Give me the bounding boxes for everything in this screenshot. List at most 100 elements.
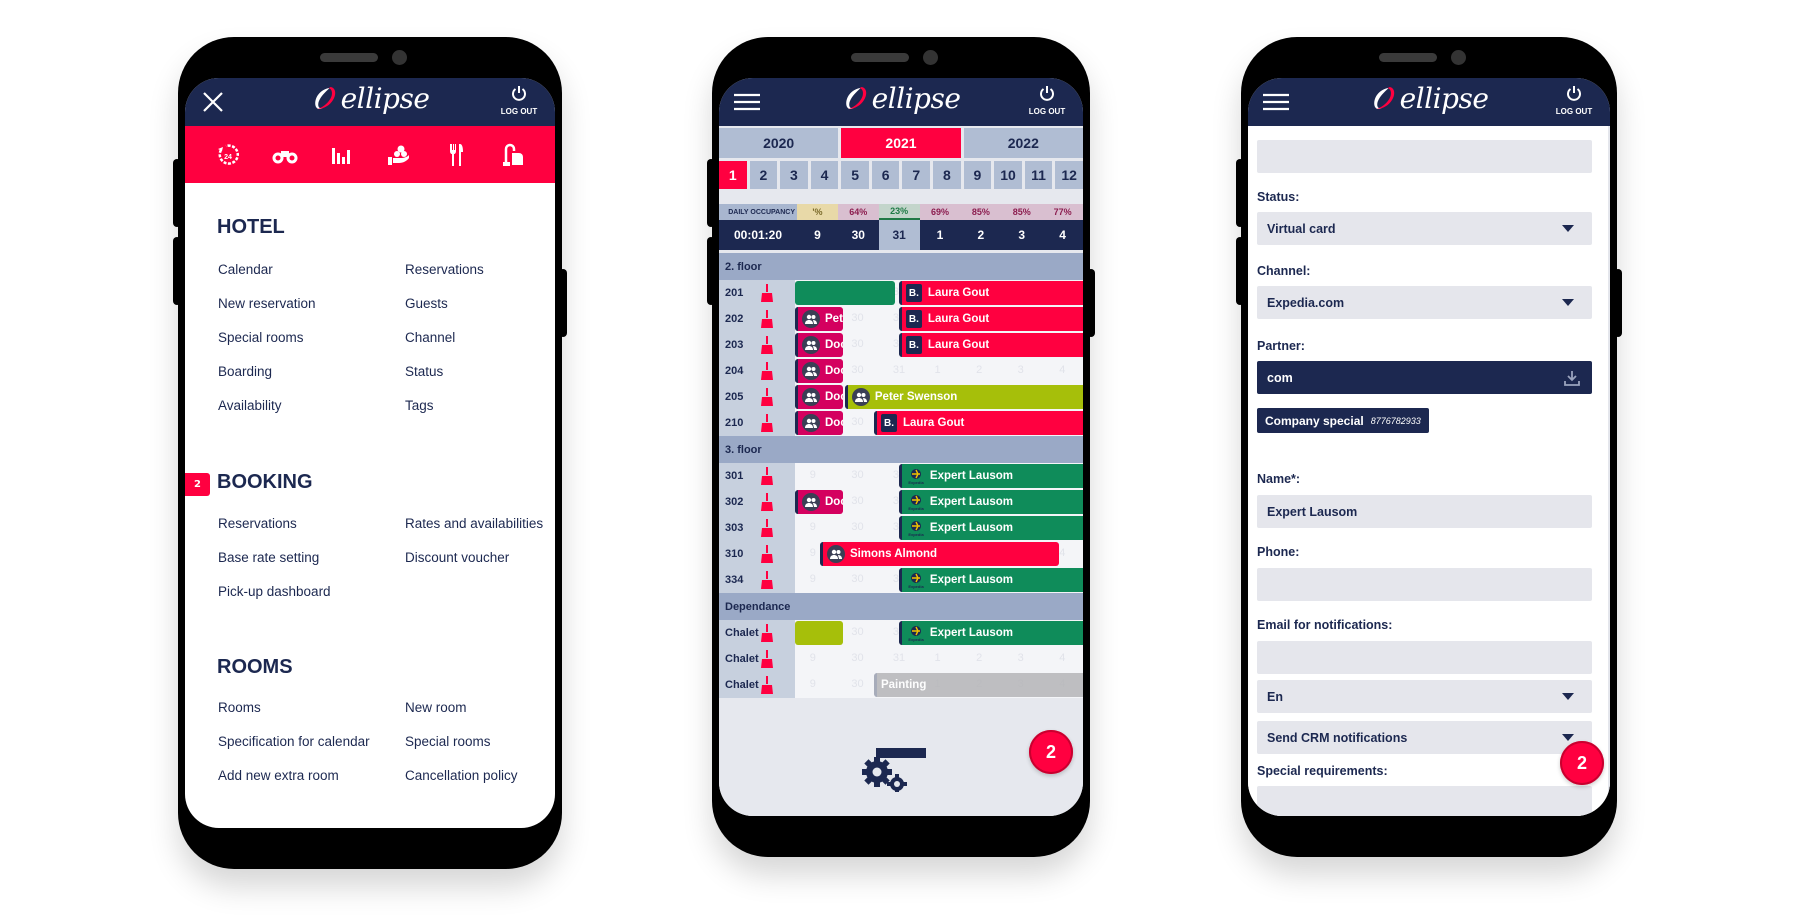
quick-housekeeping-button[interactable] <box>498 140 528 170</box>
logout-button[interactable]: LOG OUT <box>1552 84 1596 116</box>
date-column-2[interactable]: 2 <box>960 220 1001 250</box>
month-tab-6[interactable]: 6 <box>871 161 900 189</box>
broom-icon[interactable] <box>760 388 774 406</box>
quick-payments-button[interactable] <box>384 140 414 170</box>
year-tab-2020[interactable]: 2020 <box>719 128 839 158</box>
year-tab-2022[interactable]: 2022 <box>963 128 1083 158</box>
booking-bar[interactable]: Dooply <box>795 359 843 383</box>
download-icon[interactable] <box>1564 370 1580 386</box>
menu-item-guests[interactable]: Guests <box>405 296 448 311</box>
booking-bar[interactable]: Expedia Expert Lausom <box>898 490 1083 514</box>
menu-item-pickup-dashboard[interactable]: Pick-up dashboard <box>218 584 331 599</box>
menu-item-cancellation-policy[interactable]: Cancellation policy <box>405 768 518 783</box>
menu-item-special-rooms[interactable]: Special rooms <box>218 330 304 345</box>
menu-item-boarding[interactable]: Boarding <box>218 364 272 379</box>
menu-item-new-room[interactable]: New room <box>405 700 467 715</box>
menu-item-calendar[interactable]: Calendar <box>218 262 273 277</box>
partner-search-input[interactable]: com <box>1257 361 1592 394</box>
menu-item-channel[interactable]: Channel <box>405 330 455 345</box>
quick-clock-24-button[interactable]: 24 <box>213 140 243 170</box>
month-tab-2[interactable]: 2 <box>749 161 778 189</box>
hamburger-menu-button[interactable] <box>733 88 761 116</box>
month-tab-4[interactable]: 4 <box>810 161 839 189</box>
logout-button[interactable]: LOG OUT <box>497 84 541 116</box>
year-tab-2021[interactable]: 2021 <box>841 128 961 158</box>
menu-item-booking-reservations[interactable]: Reservations <box>218 516 297 531</box>
top-field[interactable] <box>1257 140 1592 173</box>
broom-icon[interactable] <box>760 414 774 432</box>
month-tab-3[interactable]: 3 <box>780 161 808 189</box>
booking-bar[interactable]: B. Laura Gout <box>898 333 1083 357</box>
close-button[interactable] <box>199 88 227 116</box>
date-column-9[interactable]: 9 <box>797 220 838 250</box>
menu-item-tags[interactable]: Tags <box>405 398 434 413</box>
booking-bar[interactable] <box>795 621 843 645</box>
name-input[interactable]: Expert Lausom <box>1257 495 1592 528</box>
broom-icon[interactable] <box>760 571 774 589</box>
broom-icon[interactable] <box>760 284 774 302</box>
broom-icon[interactable] <box>760 676 774 694</box>
month-tab-12[interactable]: 12 <box>1055 161 1083 189</box>
logout-button[interactable]: LOG OUT <box>1025 84 1069 116</box>
booking-bar[interactable]: Dooply <box>795 490 843 514</box>
date-column-30[interactable]: 30 <box>838 220 879 250</box>
booking-bar[interactable] <box>795 281 895 305</box>
booking-bar[interactable]: B. Laura Gout <box>898 281 1083 305</box>
booking-bar[interactable]: Dooply <box>795 411 843 435</box>
broom-icon[interactable] <box>760 310 774 328</box>
month-tab-11[interactable]: 11 <box>1024 161 1053 189</box>
language-select[interactable]: En <box>1257 680 1592 713</box>
month-tab-8[interactable]: 8 <box>933 161 961 189</box>
month-tab-5[interactable]: 5 <box>841 161 869 189</box>
booking-bar[interactable]: Dooply <box>795 385 843 409</box>
booking-bar[interactable]: Dooply <box>795 333 843 357</box>
booking-bar[interactable]: Expedia Expert Lausom <box>898 568 1083 592</box>
booking-bar[interactable]: Painting <box>873 673 1083 697</box>
notifications-fab[interactable]: 2 <box>1560 741 1604 785</box>
hamburger-menu-button[interactable] <box>1262 88 1290 116</box>
status-select[interactable]: Virtual card <box>1257 212 1592 245</box>
special-requirements-input[interactable] <box>1257 786 1592 816</box>
channel-select[interactable]: Expedia.com <box>1257 286 1592 319</box>
quick-binoculars-button[interactable] <box>270 140 300 170</box>
menu-item-status[interactable]: Status <box>405 364 443 379</box>
month-tab-1[interactable]: 1 <box>719 161 747 189</box>
broom-icon[interactable] <box>760 624 774 642</box>
booking-bar[interactable]: Simons Almond <box>819 542 1059 566</box>
menu-item-add-extra-room[interactable]: Add new extra room <box>218 768 339 783</box>
broom-icon[interactable] <box>760 545 774 563</box>
partner-chip[interactable]: Company special 8776782933 <box>1257 408 1429 433</box>
crm-notifications-select[interactable]: Send CRM notifications <box>1257 721 1592 754</box>
menu-item-base-rate-setting[interactable]: Base rate setting <box>218 550 319 565</box>
broom-icon[interactable] <box>760 362 774 380</box>
month-tab-9[interactable]: 9 <box>963 161 992 189</box>
notifications-fab[interactable]: 2 <box>1029 730 1073 774</box>
broom-icon[interactable] <box>760 650 774 668</box>
menu-item-specification-calendar[interactable]: Specification for calendar <box>218 734 370 749</box>
booking-bar[interactable]: Expedia Expert Lausom <box>898 464 1083 488</box>
booking-bar[interactable]: Peter Swenson <box>844 385 1083 409</box>
booking-bar[interactable]: B. Laura Gout <box>873 411 1083 435</box>
broom-icon[interactable] <box>760 519 774 537</box>
broom-icon[interactable] <box>760 493 774 511</box>
date-column-1[interactable]: 1 <box>920 220 961 250</box>
date-column-31[interactable]: 31 <box>878 220 920 250</box>
month-tab-10[interactable]: 10 <box>994 161 1022 189</box>
menu-item-new-reservation[interactable]: New reservation <box>218 296 316 311</box>
menu-item-rates-availabilities[interactable]: Rates and availabilities <box>405 516 543 531</box>
phone-input[interactable] <box>1257 568 1592 601</box>
quick-restaurant-button[interactable] <box>441 140 471 170</box>
menu-item-rooms[interactable]: Rooms <box>218 700 261 715</box>
broom-icon[interactable] <box>760 467 774 485</box>
menu-item-availability[interactable]: Availability <box>218 398 282 413</box>
date-column-4[interactable]: 4 <box>1042 220 1083 250</box>
booking-bar[interactable]: Peter Nicc <box>795 307 843 331</box>
booking-bar[interactable]: B. Laura Gout <box>898 307 1083 331</box>
date-column-3[interactable]: 3 <box>1001 220 1042 250</box>
quick-stats-button[interactable] <box>327 140 357 170</box>
settings-gears-icon[interactable] <box>861 756 909 792</box>
month-tab-7[interactable]: 7 <box>902 161 931 189</box>
email-input[interactable] <box>1257 641 1592 674</box>
broom-icon[interactable] <box>760 336 774 354</box>
booking-bar[interactable]: Expedia Expert Lausom <box>898 621 1083 645</box>
